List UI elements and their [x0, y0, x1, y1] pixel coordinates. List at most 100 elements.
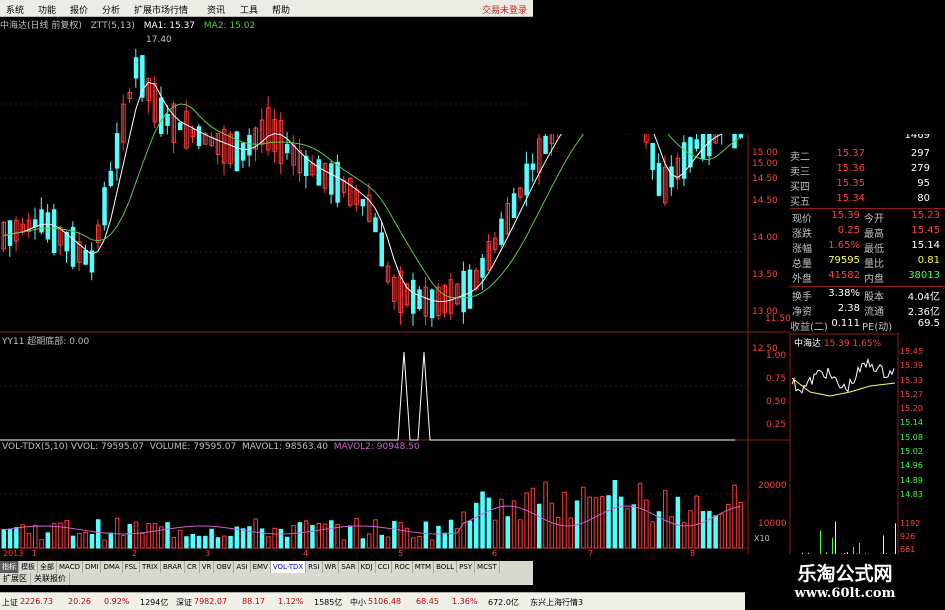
field-label: 换手 — [792, 288, 812, 303]
tab-dma[interactable]: DMA — [101, 561, 122, 573]
status-item: 中小 — [350, 597, 366, 608]
field-label: 股本 — [864, 288, 884, 303]
tab-roc[interactable]: ROC — [392, 561, 412, 573]
tab-cci[interactable]: CCI — [376, 561, 393, 573]
candle-body — [695, 140, 699, 149]
tab-vr[interactable]: VR — [200, 561, 215, 573]
field-value: 69.5 — [900, 318, 940, 329]
tab-rsi[interactable]: RSI — [306, 561, 322, 573]
candle-body — [670, 167, 674, 187]
field-label: 收益(二) — [790, 318, 828, 333]
candle-body — [46, 213, 50, 239]
tab-obv[interactable]: OBV — [214, 561, 234, 573]
status-item: 1294亿 — [140, 597, 168, 608]
status-item: 68.45 — [416, 597, 439, 606]
volume-bar — [292, 526, 296, 548]
mini-tick: 15.08 — [900, 431, 923, 445]
tab-asi[interactable]: ASI — [234, 561, 250, 573]
volume-bar — [349, 526, 353, 548]
tab-vol-tdx[interactable]: VOL-TDX — [271, 561, 306, 573]
tab-extension-area[interactable]: 扩展区 — [0, 573, 31, 585]
tab-kdj[interactable]: KDJ — [359, 561, 376, 573]
volume-bar — [443, 533, 447, 548]
field-value: 15.39 — [824, 210, 860, 221]
volume-bar — [670, 517, 674, 548]
month-label: 7 — [588, 549, 593, 558]
side-tick: 15.00 — [752, 140, 778, 166]
ask-price: 15.36 — [836, 163, 865, 174]
bid-row: 买五 15.34 80 — [760, 193, 945, 208]
mini-title: 中海达 — [794, 339, 821, 349]
candle-body — [52, 210, 56, 253]
volume-bar — [563, 492, 567, 548]
volume-bar — [424, 522, 428, 548]
tab-sar[interactable]: SAR — [339, 561, 358, 573]
tab-boll[interactable]: BOLL — [434, 561, 457, 573]
mini-pct: 1.65% — [853, 339, 882, 349]
volume-bar — [330, 521, 334, 548]
field-label: 净资 — [792, 303, 812, 318]
tab-cr[interactable]: CR — [185, 561, 200, 573]
bid-price: 15.34 — [836, 193, 865, 204]
candle-body — [115, 134, 119, 168]
volume-bar — [279, 529, 283, 548]
mini-volume-bar — [895, 523, 896, 558]
status-item: 0.92% — [104, 597, 129, 606]
month-label: 3 — [205, 549, 210, 558]
field-label: 最低 — [864, 240, 884, 255]
volume-bar — [21, 525, 25, 548]
candle-body — [374, 218, 378, 232]
bid-vol: 80 — [917, 193, 930, 204]
tab-brar[interactable]: BRAR — [161, 561, 185, 573]
tab-emv[interactable]: EMV — [251, 561, 271, 573]
volume-bar — [664, 490, 668, 548]
year-label: 2013 — [3, 549, 23, 558]
tab-指标[interactable]: 指标 — [0, 561, 19, 573]
candle-body — [462, 271, 466, 311]
status-item: 1.12% — [278, 597, 303, 606]
tab-模板[interactable]: 模板 — [19, 561, 38, 573]
status-item: 7982.07 — [194, 597, 227, 606]
volume-bar — [556, 517, 560, 548]
bid-vol: 95 — [917, 178, 930, 189]
tab-trix[interactable]: TRIX — [140, 561, 161, 573]
mini-vol-axis: 1192 926 661 — [900, 517, 920, 556]
volume-bar — [78, 533, 82, 548]
ind1-tick: 1.00 — [766, 345, 786, 368]
volume-bar — [588, 497, 592, 548]
status-item: 深证 — [176, 597, 192, 608]
quote-top-row: 1469 — [760, 134, 945, 142]
tab-wr[interactable]: WR — [323, 561, 340, 573]
volume-bar — [223, 536, 227, 548]
field-value: 1.65% — [824, 240, 860, 251]
volume-bar — [248, 527, 252, 548]
tab-mtm[interactable]: MTM — [413, 561, 434, 573]
volume-bar — [594, 498, 598, 548]
tab-psy[interactable]: PSY — [457, 561, 475, 573]
vol-tick: 20000 — [758, 467, 787, 505]
tab-fsl[interactable]: FSL — [123, 561, 140, 573]
tab-macd[interactable]: MACD — [57, 561, 83, 573]
ind1-tick: 0.25 — [766, 414, 786, 437]
volume-bar — [46, 533, 50, 548]
ind1-label: YY11 超期底部: 0.00 — [2, 334, 89, 347]
candle-body — [84, 250, 88, 264]
tab-dmi[interactable]: DMI — [83, 561, 102, 573]
candle-body — [103, 188, 107, 225]
candle-body — [657, 163, 661, 195]
tab-全部[interactable]: 全部 — [38, 561, 57, 573]
tab-related-quotes[interactable]: 关联报价 — [31, 573, 70, 585]
field-label: 涨幅 — [792, 240, 812, 255]
volume-bar — [197, 536, 201, 548]
field-label: 总量 — [792, 255, 812, 270]
volume-bar — [733, 485, 737, 548]
candle-body — [8, 221, 12, 246]
field-label: 涨跌 — [792, 225, 812, 240]
volume-bar — [34, 525, 38, 548]
watermark-logo: 乐淘公式网 www.60lt.com — [745, 554, 945, 609]
tab-mcst[interactable]: MCST — [475, 561, 500, 573]
volume-bar — [393, 521, 397, 548]
volume-bar — [355, 518, 359, 548]
volume-bar — [84, 532, 88, 548]
volume-bar — [90, 535, 94, 548]
